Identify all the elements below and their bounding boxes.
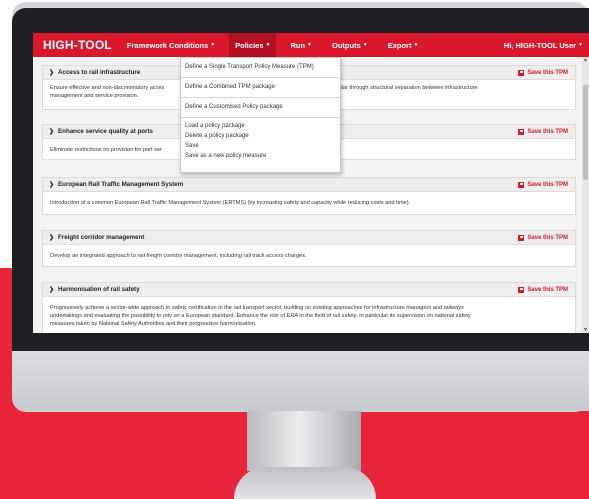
description-text: Ensure effective and non-discriminatory … [50,85,165,91]
scroll-up-icon[interactable]: ▲ [582,57,589,63]
scroll-down-icon[interactable]: ▼ [582,327,589,333]
menu-item-delete-package[interactable]: Delete a policy package [185,133,249,139]
monitor-stand [247,411,361,471]
menu-item-define-combined-tpm[interactable]: Define a Combined TPM package [185,84,275,90]
chevron-down-icon[interactable]: ❯ [49,128,54,135]
panel-title: Freight corridor management [58,234,145,241]
panel-title: European Rail Traffic Management System [58,181,184,188]
nav-label: Outputs [332,40,361,50]
brand-logo[interactable]: HIGH-TOOL [43,38,112,52]
floppy-disk-icon [518,235,525,241]
menu-item-define-customised-package[interactable]: Define a Customised Policy package [185,104,283,110]
chevron-down-icon[interactable]: ❯ [49,69,54,76]
panel-header[interactable]: ❯ Freight corridor management Save this … [43,231,575,245]
save-tpm-button[interactable]: Save this TPM [518,283,568,297]
save-tpm-button[interactable]: Save this TPM [518,231,568,245]
description-text: measures taken by National Safety Author… [50,321,257,327]
description-text: Eliminate restrictions on provision for … [50,147,162,153]
description-text: Introduction of a common European Rail T… [50,200,411,206]
nav-label: Framework Conditions [126,40,209,50]
menu-divider [181,117,340,118]
description-text: Develop an integrated approach to rail f… [50,253,307,259]
menu-item-save-as-new[interactable]: Save as a new policy measure [185,153,266,159]
panel-title: Enhance service quality at ports [58,128,153,135]
menu-divider [181,97,340,98]
monitor-base [234,467,376,499]
panel-description: Introduction of a common European Rail T… [43,192,575,211]
save-tpm-button[interactable]: Save this TPM [518,125,568,139]
nav-outputs[interactable]: Outputs ▼ [326,33,374,57]
menu-divider [181,77,340,78]
chevron-down-icon[interactable]: ❯ [49,181,54,188]
nav-label: Policies [235,40,264,50]
tpm-panel-freight-corridor: ❯ Freight corridor management Save this … [42,230,576,267]
menu-item-save[interactable]: Save [185,143,199,149]
panel-title: Harmonisation of rail safety [58,286,140,293]
save-tpm-label: Save this TPM [527,235,568,241]
scrollbar-thumb[interactable] [583,85,588,180]
top-navbar: HIGH-TOOL Framework Conditions ▼ Policie… [33,33,589,57]
description-text: particular through structural separation… [325,85,478,91]
caret-down-icon: ▼ [413,42,419,48]
menu-item-define-single-tpm[interactable]: Define a Single Transport Policy Measure… [185,64,314,70]
panel-header[interactable]: ❯ Harmonisation of rail safety Save this… [43,283,575,297]
save-tpm-label: Save this TPM [527,182,568,188]
save-tpm-label: Save this TPM [527,129,568,135]
nav-run[interactable]: Run ▼ [284,33,318,57]
caret-down-icon: ▼ [578,42,583,48]
save-tpm-button[interactable]: Save this TPM [518,66,568,80]
tpm-panel-ertms: ❯ European Rail Traffic Management Syste… [42,177,576,215]
panel-header[interactable]: ❯ European Rail Traffic Management Syste… [43,178,575,192]
panel-title: Access to rail infrastructure [58,69,141,76]
user-menu[interactable]: Hi, HIGH-TOOL User ▼ [504,33,583,57]
save-tpm-button[interactable]: Save this TPM [518,178,568,192]
panel-description: Develop an integrated approach to rail f… [43,245,575,264]
nav-label: Export [387,40,412,50]
monitor-chin [12,351,589,411]
floppy-disk-icon [518,70,525,76]
floppy-disk-icon [518,182,525,188]
save-tpm-label: Save this TPM [527,287,568,293]
policies-dropdown-menu: Define a Single Transport Policy Measure… [180,57,341,173]
nav-label: Run [290,40,306,50]
caret-down-icon: ▼ [307,42,312,48]
tpm-panel-rail-safety: ❯ Harmonisation of rail safety Save this… [42,282,576,333]
floppy-disk-icon [518,129,525,135]
caret-down-icon: ▼ [362,42,368,48]
user-greeting: Hi, HIGH-TOOL User [503,40,577,50]
save-tpm-label: Save this TPM [527,70,568,76]
nav-framework-conditions[interactable]: Framework Conditions ▼ [121,33,221,57]
screen: HIGH-TOOL Framework Conditions ▼ Policie… [33,33,589,333]
floppy-disk-icon [518,287,525,293]
nav-policies[interactable]: Policies ▼ [229,33,277,57]
chevron-down-icon[interactable]: ❯ [49,286,54,293]
chevron-down-icon[interactable]: ❯ [49,234,54,241]
description-text: Progressively achieve a sector-wide appr… [50,305,464,311]
description-text: undertakings and evaluating the possibil… [50,313,471,319]
vertical-scrollbar[interactable]: ▲ ▼ [582,57,589,333]
panel-description: Progressively achieve a sector-wide appr… [43,297,575,332]
caret-down-icon: ▼ [210,42,216,48]
menu-item-load-package[interactable]: Load a policy package [185,123,245,129]
caret-down-icon: ▼ [265,42,271,48]
nav-export[interactable]: Export ▼ [382,33,425,57]
